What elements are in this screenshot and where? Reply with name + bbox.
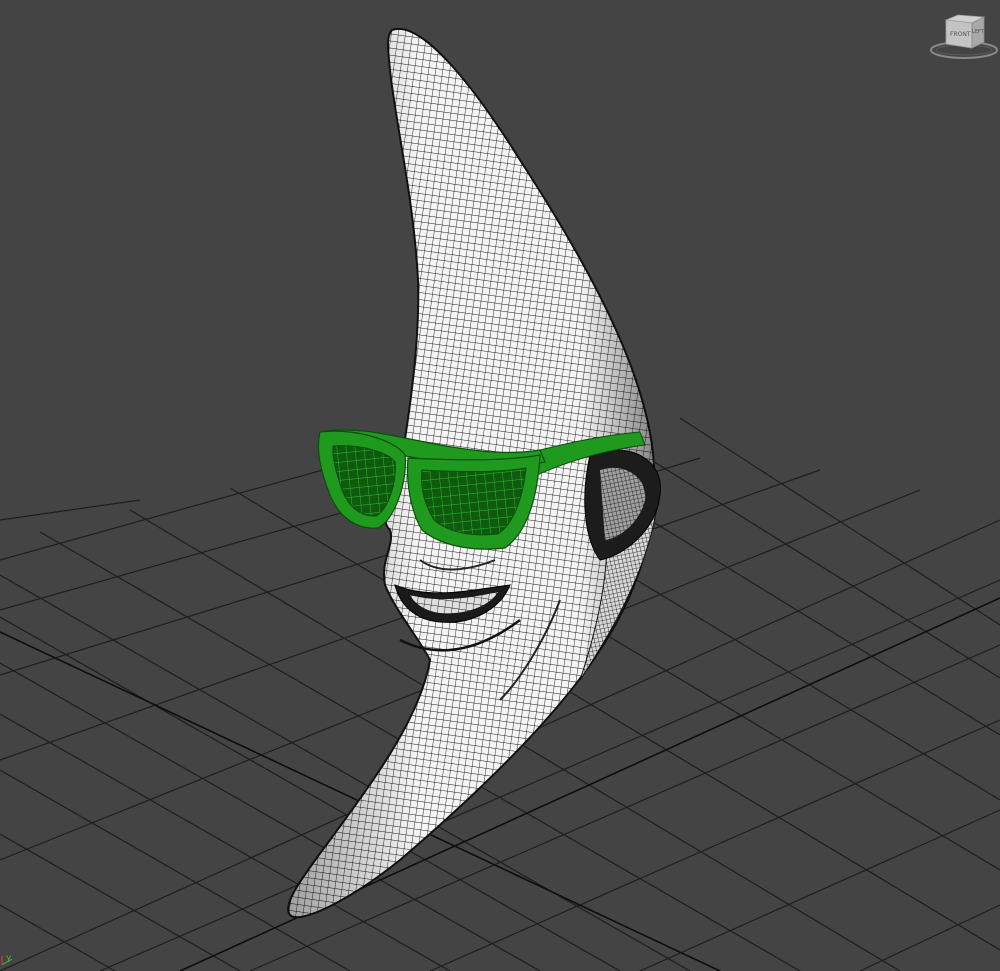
scene-canvas[interactable] (0, 0, 1000, 971)
axis-y-label: Y (6, 955, 12, 965)
viewcube-left-label[interactable]: LEFT (972, 29, 984, 35)
perspective-viewport[interactable]: FRONT LEFT Y (0, 0, 1000, 971)
viewcube-front-label[interactable]: FRONT (950, 31, 971, 38)
viewcube[interactable]: FRONT LEFT (928, 12, 998, 62)
